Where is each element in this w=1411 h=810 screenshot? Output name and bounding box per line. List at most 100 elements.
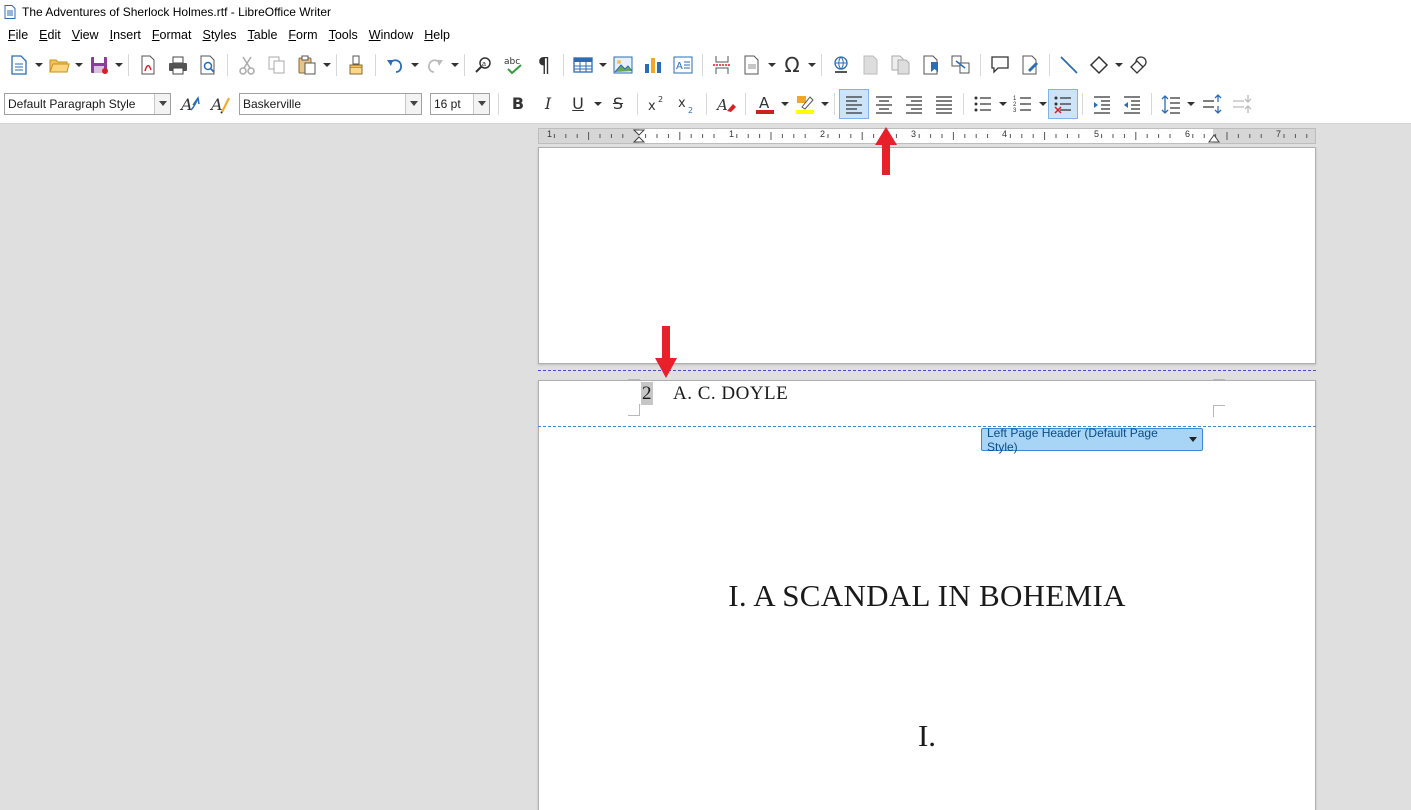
svg-text:abc: abc [504, 57, 520, 67]
increase-indent-icon[interactable] [1087, 89, 1117, 119]
menu-help[interactable]: Help [420, 26, 454, 44]
underline-dropdown[interactable] [593, 89, 603, 119]
subscript-icon[interactable]: x2 [672, 89, 702, 119]
menu-insert[interactable]: Insert [106, 26, 145, 44]
new-style-icon[interactable]: A [205, 89, 235, 119]
insert-table-icon[interactable] [568, 50, 598, 80]
align-left-icon[interactable] [839, 88, 869, 119]
insert-chart-icon[interactable] [638, 50, 668, 80]
special-character-dropdown[interactable] [807, 50, 817, 80]
redo-icon[interactable] [420, 50, 450, 80]
chevron-down-icon[interactable] [1185, 429, 1202, 450]
no-list-icon[interactable] [1048, 88, 1078, 119]
print-icon[interactable] [163, 50, 193, 80]
underline-icon[interactable]: U [563, 89, 593, 119]
font-size-combo[interactable]: 16 pt [430, 92, 490, 115]
find-replace-icon[interactable]: a [469, 50, 499, 80]
special-character-icon[interactable]: Ω [777, 50, 807, 80]
justify-icon[interactable] [929, 89, 959, 119]
insert-table-dropdown[interactable] [598, 50, 608, 80]
chevron-down-icon[interactable] [154, 93, 170, 114]
redo-dropdown[interactable] [450, 50, 460, 80]
new-document-dropdown[interactable] [34, 50, 44, 80]
insert-field-dropdown[interactable] [767, 50, 777, 80]
align-right-icon[interactable] [899, 89, 929, 119]
insert-endnote-icon[interactable] [886, 50, 916, 80]
menu-file[interactable]: File [4, 26, 32, 44]
clear-formatting-icon[interactable]: A [711, 89, 741, 119]
insert-footnote-icon[interactable] [856, 50, 886, 80]
header-page-number[interactable]: 2 [641, 382, 653, 405]
menu-format[interactable]: Format [148, 26, 196, 44]
highlighting-color-dropdown[interactable] [820, 89, 830, 119]
paste-icon[interactable] [292, 50, 322, 80]
menu-form[interactable]: Form [284, 26, 321, 44]
spelling-icon[interactable]: abc [499, 50, 529, 80]
decrease-indent-icon[interactable] [1117, 89, 1147, 119]
toolbar-separator [702, 54, 703, 76]
formatting-marks-icon[interactable]: ¶ [529, 50, 559, 80]
chevron-down-icon[interactable] [473, 93, 489, 114]
menu-tools[interactable]: Tools [325, 26, 362, 44]
open-folder-icon[interactable] [44, 50, 74, 80]
insert-bookmark-icon[interactable] [916, 50, 946, 80]
menu-edit[interactable]: Edit [35, 26, 65, 44]
bold-icon[interactable]: B [503, 89, 533, 119]
show-draw-functions-icon[interactable] [1124, 50, 1154, 80]
right-indent-marker-icon[interactable] [1208, 134, 1220, 143]
paragraph-style-combo[interactable]: Default Paragraph Style [4, 92, 171, 115]
insert-page-break-icon[interactable] [707, 50, 737, 80]
copy-icon[interactable] [262, 50, 292, 80]
basic-shapes-icon[interactable] [1084, 50, 1114, 80]
left-indent-marker-icon[interactable] [633, 129, 645, 143]
horizontal-ruler[interactable]: 1 1 2 3 4 5 6 7 [538, 128, 1316, 144]
increase-paragraph-spacing-icon[interactable] [1196, 89, 1226, 119]
strikethrough-icon[interactable]: S [603, 89, 633, 119]
clone-formatting-icon[interactable] [341, 50, 371, 80]
menu-window[interactable]: Window [365, 26, 417, 44]
line-spacing-dropdown[interactable] [1186, 89, 1196, 119]
chevron-down-icon[interactable] [405, 93, 421, 114]
chapter-title[interactable]: I. A SCANDAL IN BOHEMIA [538, 577, 1316, 615]
line-spacing-icon[interactable] [1156, 89, 1186, 119]
ordered-list-icon[interactable]: 123 [1008, 89, 1038, 119]
menu-styles[interactable]: Styles [198, 26, 240, 44]
print-preview-icon[interactable] [193, 50, 223, 80]
save-icon[interactable] [84, 50, 114, 80]
unordered-list-icon[interactable] [968, 89, 998, 119]
insert-text-box-icon[interactable]: A [668, 50, 698, 80]
menu-table[interactable]: Table [244, 26, 282, 44]
insert-cross-reference-icon[interactable] [946, 50, 976, 80]
update-style-icon[interactable]: A [175, 89, 205, 119]
cut-icon[interactable] [232, 50, 262, 80]
insert-line-icon[interactable] [1054, 50, 1084, 80]
header-style-tag[interactable]: Left Page Header (Default Page Style) [981, 426, 1203, 454]
basic-shapes-dropdown[interactable] [1114, 50, 1124, 80]
paste-dropdown[interactable] [322, 50, 332, 80]
superscript-icon[interactable]: x2 [642, 89, 672, 119]
insert-comment-icon[interactable] [985, 50, 1015, 80]
italic-icon[interactable]: I [533, 89, 563, 119]
undo-dropdown[interactable] [410, 50, 420, 80]
decrease-paragraph-spacing-icon[interactable] [1226, 89, 1256, 119]
save-dropdown[interactable] [114, 50, 124, 80]
export-pdf-icon[interactable] [133, 50, 163, 80]
section-number[interactable]: I. [538, 717, 1316, 755]
track-changes-icon[interactable] [1015, 50, 1045, 80]
align-center-icon[interactable] [869, 89, 899, 119]
insert-field-icon[interactable] [737, 50, 767, 80]
insert-image-icon[interactable] [608, 50, 638, 80]
menu-view[interactable]: View [68, 26, 103, 44]
font-name-combo[interactable]: Baskerville [239, 92, 422, 115]
open-dropdown[interactable] [74, 50, 84, 80]
font-color-icon[interactable]: A [750, 89, 780, 119]
insert-hyperlink-icon[interactable] [826, 50, 856, 80]
undo-icon[interactable] [380, 50, 410, 80]
svg-text:2: 2 [688, 106, 693, 115]
unordered-list-dropdown[interactable] [998, 89, 1008, 119]
new-document-icon[interactable] [4, 50, 34, 80]
header-author-text[interactable]: A. C. DOYLE [673, 382, 788, 405]
ordered-list-dropdown[interactable] [1038, 89, 1048, 119]
font-color-dropdown[interactable] [780, 89, 790, 119]
highlighting-color-icon[interactable] [790, 89, 820, 119]
